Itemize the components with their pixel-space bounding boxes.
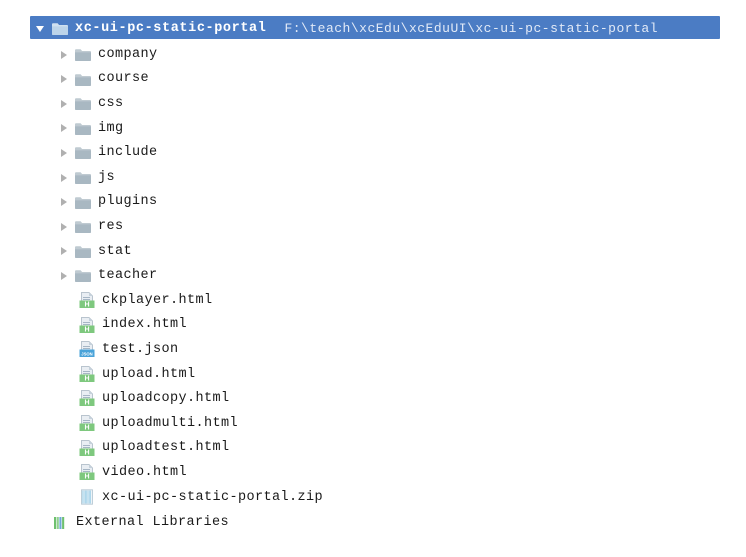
triangle-right-icon[interactable] — [57, 220, 71, 234]
folder-icon — [52, 22, 68, 35]
folder-icon — [75, 245, 91, 258]
zip-file-icon — [79, 489, 95, 506]
root-folder-name: xc-ui-pc-static-portal — [75, 20, 267, 36]
tree-item-label: js — [98, 169, 116, 185]
tree-row-folder[interactable]: res — [0, 214, 746, 239]
external-libraries-label: External Libraries — [76, 515, 230, 531]
tree-item-label: video.html — [102, 464, 188, 480]
svg-text:H: H — [84, 326, 89, 333]
tree-item-label: company — [98, 46, 158, 62]
svg-text:H: H — [84, 301, 89, 308]
tree-item-label: index.html — [102, 317, 188, 333]
tree-item-label: css — [98, 95, 124, 111]
html-file-icon: H — [79, 464, 95, 481]
folder-icon — [75, 171, 91, 184]
tree-row-file[interactable]: Huploadmulti.html — [0, 411, 746, 436]
html-file-icon: H — [79, 390, 95, 407]
triangle-right-icon[interactable] — [57, 171, 71, 185]
html-file-icon: H — [79, 365, 95, 383]
tree-row-folder[interactable]: stat — [0, 239, 746, 264]
tree-item-label: ckplayer.html — [102, 292, 213, 308]
tree-item-label: test.json — [102, 341, 179, 357]
tree-item-label: upload.html — [102, 366, 196, 382]
tree-item-label: uploadtest.html — [102, 440, 230, 456]
svg-text:H: H — [84, 400, 89, 407]
folder-icon — [75, 220, 91, 234]
tree-row-file[interactable]: Hckplayer.html — [0, 288, 746, 313]
folder-icon — [75, 97, 91, 111]
tree-item-label: img — [98, 120, 124, 136]
tree-item-label: include — [98, 145, 158, 161]
tree-item-label: res — [98, 218, 124, 234]
svg-text:H: H — [84, 449, 89, 456]
tree-row-external-libraries[interactable]: External Libraries — [0, 510, 746, 535]
tree-row-file[interactable]: xc-ui-pc-static-portal.zip — [0, 485, 746, 510]
tree-row-folder[interactable]: js — [0, 165, 746, 190]
svg-text:H: H — [84, 473, 89, 480]
tree-row-folder[interactable]: course — [0, 67, 746, 92]
triangle-right-icon[interactable] — [57, 121, 71, 135]
tree-row-folder[interactable]: css — [0, 91, 746, 116]
tree-row-folder[interactable]: teacher — [0, 263, 746, 288]
project-tree: xc-ui-pc-static-portal F:\teach\xcEdu\xc… — [0, 0, 746, 557]
tree-row-folder[interactable]: company — [0, 42, 746, 67]
tree-item-label: uploadmulti.html — [102, 415, 239, 431]
root-folder-path: F:\teach\xcEdu\xcEduUI\xc-ui-pc-static-p… — [284, 21, 658, 36]
svg-text:H: H — [84, 424, 89, 431]
json-file-icon: JSON — [79, 341, 95, 358]
folder-icon — [75, 269, 91, 283]
tree-item-label: teacher — [98, 268, 158, 284]
tree-row-file[interactable]: Huploadtest.html — [0, 436, 746, 461]
triangle-right-icon[interactable] — [57, 48, 71, 62]
tree-row-file[interactable]: Hindex.html — [0, 313, 746, 338]
folder-icon — [75, 48, 91, 61]
html-file-icon: H — [79, 292, 95, 309]
triangle-right-icon[interactable] — [57, 244, 71, 258]
tree-item-label: stat — [98, 243, 133, 259]
folder-icon — [75, 73, 91, 86]
triangle-right-icon[interactable] — [57, 72, 71, 86]
tree-item-label: course — [98, 71, 150, 87]
tree-row-folder[interactable]: plugins — [0, 190, 746, 215]
triangle-down-icon[interactable] — [34, 22, 48, 36]
tree-row-root[interactable]: xc-ui-pc-static-portal F:\teach\xcEdu\xc… — [0, 16, 746, 41]
folder-icon — [75, 146, 91, 160]
library-icon — [53, 516, 69, 530]
html-file-icon: H — [79, 316, 95, 334]
triangle-right-icon[interactable] — [57, 97, 71, 111]
svg-text:H: H — [84, 375, 89, 382]
tree-item-label: uploadcopy.html — [102, 391, 230, 407]
tree-row-file[interactable]: Hvideo.html — [0, 460, 746, 485]
tree-item-label: xc-ui-pc-static-portal.zip — [102, 489, 324, 505]
tree-item-label: plugins — [98, 194, 158, 210]
tree-row-folder[interactable]: include — [0, 140, 746, 165]
folder-icon — [75, 122, 91, 135]
html-file-icon: H — [79, 415, 95, 432]
tree-row-folder[interactable]: img — [0, 116, 746, 141]
triangle-right-icon[interactable] — [57, 269, 71, 283]
svg-text:JSON: JSON — [81, 351, 92, 356]
tree-row-file[interactable]: Hupload.html — [0, 362, 746, 387]
triangle-right-icon[interactable] — [57, 195, 71, 209]
triangle-right-icon[interactable] — [57, 146, 71, 160]
tree-row-file[interactable]: JSON test.json — [0, 337, 746, 362]
folder-icon — [75, 196, 91, 209]
html-file-icon: H — [79, 439, 95, 457]
tree-row-file[interactable]: Huploadcopy.html — [0, 386, 746, 411]
